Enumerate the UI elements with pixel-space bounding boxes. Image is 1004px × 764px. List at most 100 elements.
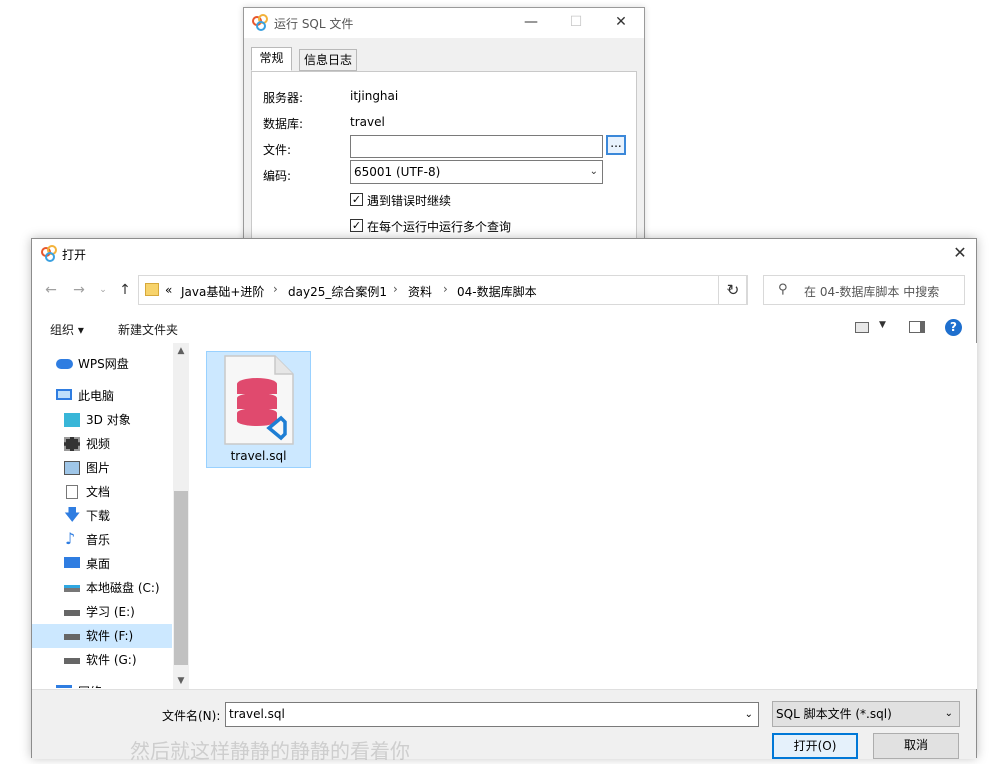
minimize-icon[interactable]: — [521,12,541,32]
nav-item-drive-e[interactable]: 学习 (E:) [32,600,172,624]
back-arrow-icon[interactable]: ← [40,279,62,301]
nav-item-drive-f[interactable]: 软件 (F:) [32,624,172,648]
continue-on-error-label: 遇到错误时继续 [367,194,452,208]
nav-label: 图片 [86,461,111,475]
tab-info-log[interactable]: 信息日志 [299,49,357,71]
database-label: 数据库: [263,117,304,131]
refresh-icon: ↻ [726,281,740,299]
nav-item-desktop[interactable]: 桌面 [32,552,172,576]
close-icon[interactable]: ✕ [611,12,631,32]
document-icon [66,485,78,499]
multi-query-checkbox[interactable]: ✓ [350,219,363,232]
cancel-button[interactable]: 取消 [873,733,959,759]
general-panel: 服务器: itjinghai 数据库: travel 文件: ... 编码: 6… [251,71,637,246]
refresh-button[interactable]: ↻ [718,275,748,305]
nav-label: 视频 [86,437,111,451]
search-box[interactable]: ⚲ 在 04-数据库脚本 中搜索 [763,275,965,305]
nav-label: 下载 [86,509,111,523]
breadcrumb-item[interactable]: day25_综合案例1 [288,283,387,300]
forward-arrow-icon[interactable]: → [68,279,90,301]
nav-item-drive-c[interactable]: 本地磁盘 (C:) [32,576,172,600]
search-icon: ⚲ [778,282,788,297]
title-bar: 运行 SQL 文件 — ☐ ✕ [244,8,644,38]
title-bar: 打开 ✕ [32,239,976,269]
filename-value: travel.sql [229,707,285,721]
new-folder-button[interactable]: 新建文件夹 [118,321,178,338]
preview-pane-icon[interactable] [909,321,925,333]
address-bar[interactable]: « Java基础+进阶 › day25_综合案例1 › 资料 › 04-数据库脚… [138,275,747,305]
nav-item-downloads[interactable]: 🡇 下载 [32,504,172,528]
breadcrumb-overflow[interactable]: « [165,283,172,297]
file-path-input[interactable] [350,135,603,158]
music-icon: ♪ [65,529,76,548]
nav-item-documents[interactable]: 文档 [32,480,172,504]
nav-scrollbar[interactable]: ▲ ▼ [173,343,189,689]
command-bar: 组织 ▾ 新建文件夹 ▼ ? [32,313,976,343]
nav-item-wps-cloud[interactable]: WPS网盘 [32,352,172,376]
nav-item-drive-g[interactable]: 软件 (G:) [32,648,172,672]
tab-general[interactable]: 常规 [251,47,292,71]
nav-label: 音乐 [86,533,111,547]
file-list: travel.sql [190,343,977,689]
file-item[interactable]: travel.sql [206,351,311,468]
server-label: 服务器: [263,91,304,105]
breadcrumb-item[interactable]: 资料 [408,283,432,300]
browse-button[interactable]: ... [606,135,626,155]
scroll-up-icon[interactable]: ▲ [173,343,189,359]
nav-item-videos[interactable]: 视频 [32,432,172,456]
nav-label: 桌面 [86,557,111,571]
view-mode-icon[interactable] [855,322,869,333]
navicat-icon [252,14,270,32]
scroll-down-icon[interactable]: ▼ [173,673,189,689]
filename-input[interactable]: travel.sql ⌄ [225,702,759,727]
dialog-title: 运行 SQL 文件 [274,17,354,31]
drive-c-icon [64,585,80,592]
nav-item-music[interactable]: ♪ 音乐 [32,528,172,552]
desktop-icon [64,557,80,568]
maximize-icon[interactable]: ☐ [566,12,586,32]
nav-label: 软件 (G:) [86,653,137,667]
breadcrumb-separator-icon[interactable]: › [273,282,278,296]
breadcrumb-item[interactable]: 04-数据库脚本 [457,283,537,300]
nav-label: 本地磁盘 (C:) [86,581,160,595]
nav-item-this-pc[interactable]: 此电脑 [32,384,172,408]
cube-icon [64,413,80,427]
close-icon[interactable]: ✕ [950,243,970,263]
database-value: travel [350,115,385,129]
encoding-select[interactable]: 65001 (UTF-8) ⌄ [350,160,603,184]
chevron-down-icon[interactable]: ⌄ [745,703,753,726]
file-type-value: SQL 脚本文件 (*.sql) [776,707,892,721]
nav-item-network[interactable]: 网络 [32,680,172,688]
open-file-dialog: 打开 ✕ ← → ⌄ ↑ « Java基础+进阶 › day25_综合案例1 ›… [31,238,977,759]
help-icon[interactable]: ? [945,319,962,336]
scroll-thumb[interactable] [174,491,188,665]
nav-label: 学习 (E:) [86,605,135,619]
drive-icon [64,610,80,616]
open-button[interactable]: 打开(O) [772,733,858,759]
breadcrumb-item[interactable]: Java基础+进阶 [181,283,264,300]
file-type-select[interactable]: SQL 脚本文件 (*.sql) ⌄ [772,701,960,727]
network-icon [56,685,72,688]
continue-on-error-checkbox[interactable]: ✓ [350,193,363,206]
nav-item-3d-objects[interactable]: 3D 对象 [32,408,172,432]
video-icon [64,437,80,451]
navicat-icon [41,245,59,263]
dialog-title: 打开 [62,248,87,262]
picture-icon [64,461,80,475]
sql-file-icon [224,355,294,445]
encoding-label: 编码: [263,169,292,183]
view-options-chevron-icon[interactable]: ▼ [879,320,886,330]
recent-chevron-icon[interactable]: ⌄ [92,279,114,301]
watermark-caption: 然后就这样静静的静静的看着你 [130,739,410,763]
organize-menu[interactable]: 组织 ▾ [50,321,84,338]
filename-label: 文件名(N): [162,709,221,723]
nav-item-pictures[interactable]: 图片 [32,456,172,480]
server-value: itjinghai [350,89,399,103]
breadcrumb-separator-icon[interactable]: › [443,282,448,296]
nav-label: 此电脑 [78,389,115,403]
up-arrow-icon[interactable]: ↑ [114,279,136,301]
encoding-value: 65001 (UTF-8) [354,165,441,179]
breadcrumb-separator-icon[interactable]: › [393,282,398,296]
nav-label: 网络 [78,680,102,688]
run-sql-file-dialog: 运行 SQL 文件 — ☐ ✕ 常规 信息日志 服务器: itjinghai 数… [243,7,645,247]
